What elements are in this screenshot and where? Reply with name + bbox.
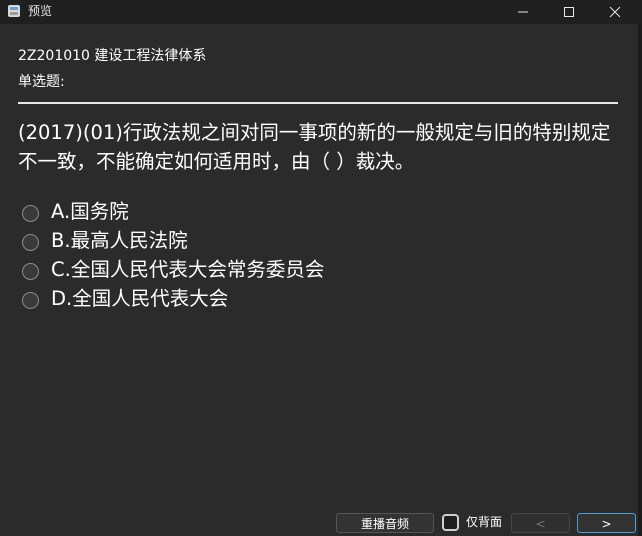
window-title: 预览	[28, 4, 53, 18]
option-c[interactable]: C.全国人民代表大会常务委员会	[22, 255, 582, 284]
option-d[interactable]: D.全国人民代表大会	[22, 284, 582, 313]
option-b[interactable]: B.最高人民法院	[22, 226, 582, 255]
window-right-edge	[638, 24, 642, 536]
back-only-label[interactable]: 仅背面	[466, 514, 502, 531]
close-button[interactable]	[592, 0, 638, 24]
minimize-icon	[518, 11, 528, 13]
option-d-radio[interactable]	[22, 292, 39, 309]
preview-window: 预览 2Z201010 建设工程法律体系 单选题: (2017)(01)行政法规…	[0, 0, 642, 536]
header-divider	[18, 102, 618, 104]
option-a-radio[interactable]	[22, 205, 39, 222]
option-d-label[interactable]: D.全国人民代表大会	[51, 284, 228, 313]
prev-button[interactable]: <	[511, 513, 570, 533]
option-c-radio[interactable]	[22, 263, 39, 280]
option-b-radio[interactable]	[22, 234, 39, 251]
minimize-button[interactable]	[500, 0, 546, 24]
option-a[interactable]: A.国务院	[22, 197, 582, 226]
option-a-label[interactable]: A.国务院	[51, 197, 129, 226]
section-title: 2Z201010 建设工程法律体系	[18, 48, 207, 64]
app-icon	[8, 5, 20, 17]
replay-audio-button[interactable]: 重播音频	[336, 513, 434, 533]
options-list: A.国务院 B.最高人民法院 C.全国人民代表大会常务委员会 D.全国人民代表大…	[22, 197, 582, 313]
question-text: (2017)(01)行政法规之间对同一事项的新的一般规定与旧的特别规定不一致，不…	[18, 121, 611, 173]
next-button[interactable]: >	[577, 513, 636, 533]
back-only-checkbox[interactable]	[442, 514, 459, 531]
title-bar[interactable]: 预览	[0, 0, 642, 24]
option-b-label[interactable]: B.最高人民法院	[51, 226, 188, 255]
option-c-label[interactable]: C.全国人民代表大会常务委员会	[51, 255, 324, 284]
maximize-button[interactable]	[546, 0, 592, 24]
maximize-icon	[564, 7, 574, 17]
question-type-label: 单选题:	[18, 74, 65, 90]
close-icon	[609, 6, 621, 18]
